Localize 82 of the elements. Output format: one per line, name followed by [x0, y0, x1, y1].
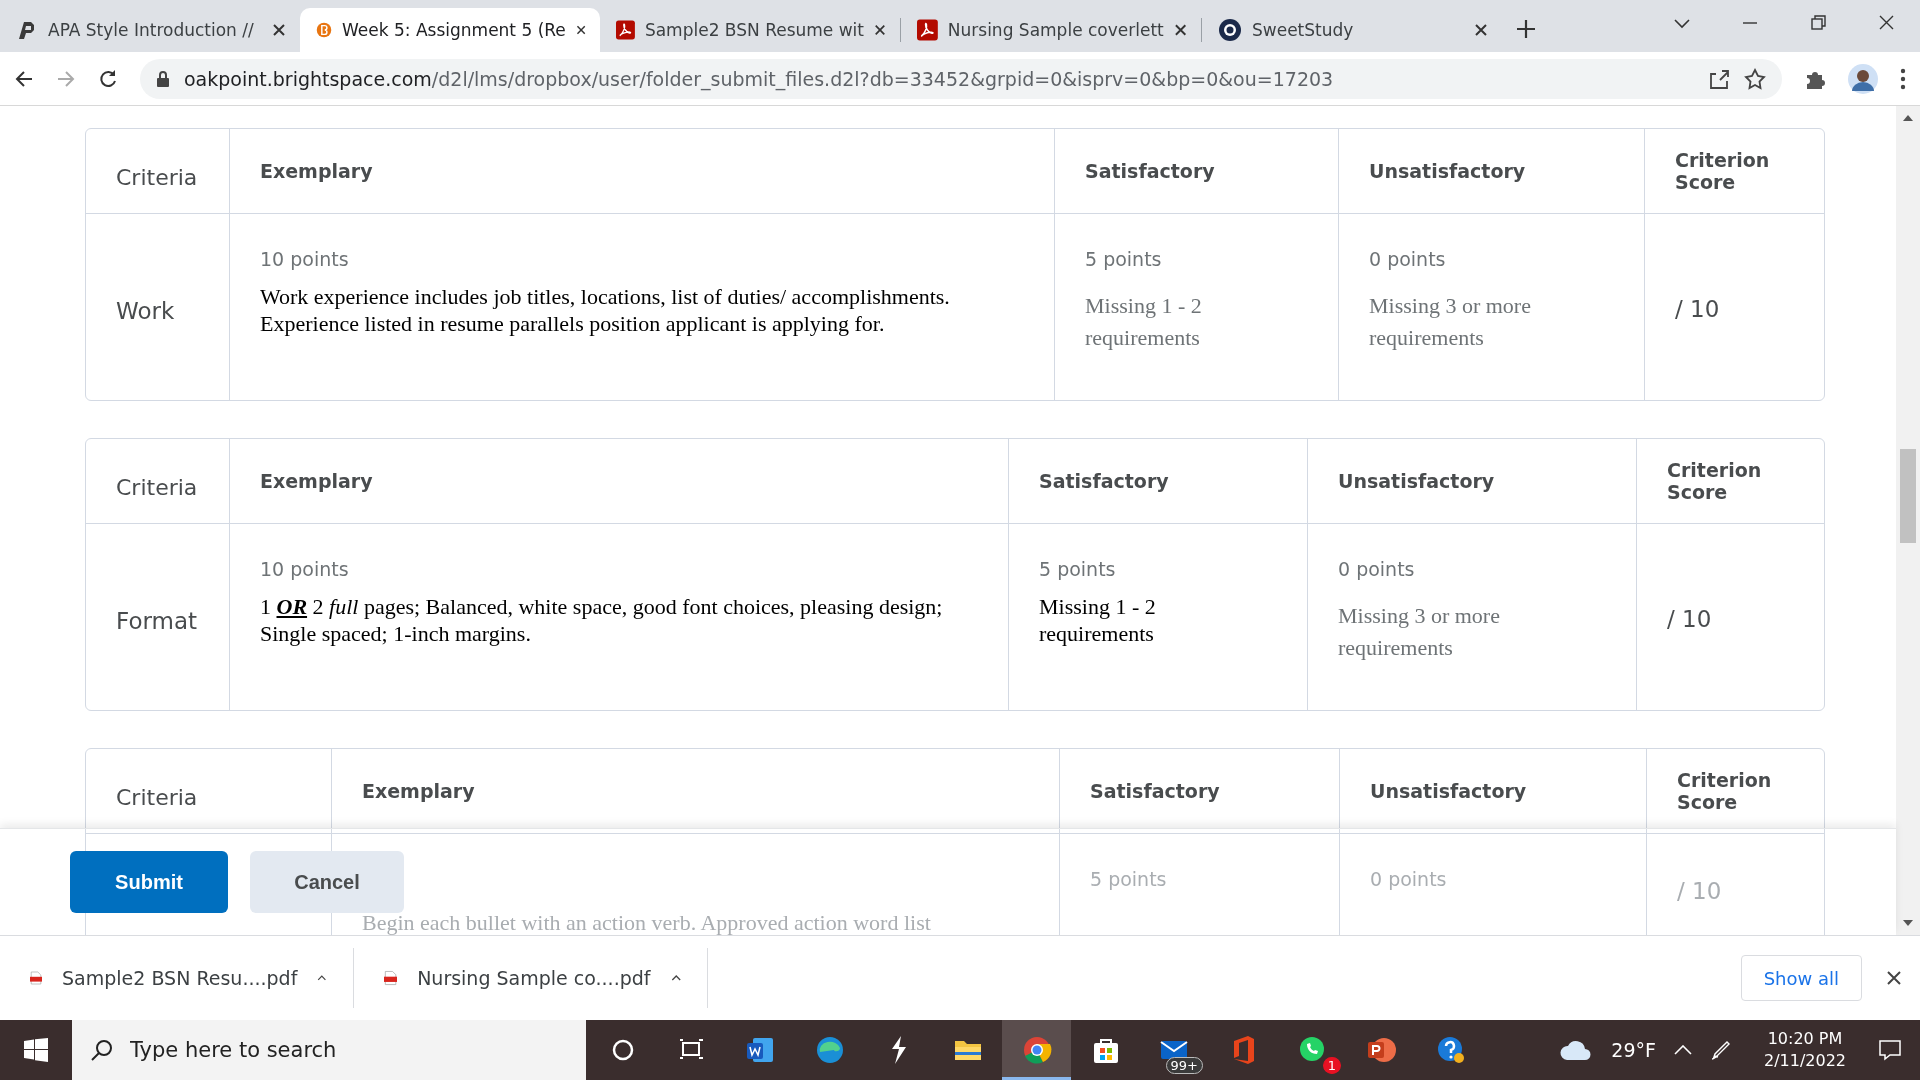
clock-time: 10:20 PM — [1767, 1027, 1843, 1050]
cancel-button[interactable]: Cancel — [250, 851, 404, 913]
points-label: 5 points — [1039, 558, 1117, 580]
ring-logo-icon — [1218, 18, 1242, 42]
column-header: Criteria — [86, 129, 229, 214]
score-label: / 10 — [1667, 605, 1713, 632]
column-header: Exemplary — [331, 749, 1059, 834]
temperature: 29°F — [1611, 1039, 1656, 1061]
points-label: 5 points — [1090, 868, 1168, 890]
criterion-description: Missing 1 - 2 requirements — [1085, 292, 1203, 352]
points-label: 5 points — [1085, 248, 1163, 270]
search-field[interactable]: Type here to search — [130, 1038, 510, 1062]
close-icon[interactable] — [1886, 970, 1902, 986]
share-icon[interactable] — [1708, 67, 1730, 90]
close-icon[interactable] — [874, 23, 886, 37]
count-badge: 1 — [1323, 1057, 1341, 1074]
criterion-name: Format — [116, 607, 199, 636]
submit-button[interactable]: Submit — [70, 851, 228, 913]
criterion-description: Work experience includes job titles, locations, list of duties/ accomplishments. Experience listed in resume parallels position applicant is applying for. — [260, 284, 951, 338]
taskbar-app[interactable]: 99+ — [1140, 1020, 1209, 1080]
column-header: Unsatisfactory — [1338, 129, 1644, 214]
download-item[interactable]: Nursing Sample co....pdf — [354, 948, 708, 1008]
download-item[interactable]: Sample2 BSN Resu....pdf — [0, 948, 354, 1008]
taskbar-app[interactable]: 1 — [1278, 1020, 1347, 1080]
browser-tab[interactable]: SweetStudy — [1202, 8, 1502, 52]
column-header: Criteria — [86, 749, 331, 834]
caret-up-icon[interactable] — [317, 973, 327, 983]
avatar-icon[interactable] — [1848, 63, 1878, 94]
points-label: 10 points — [260, 558, 350, 580]
search-icon[interactable] — [90, 1038, 114, 1062]
reload-icon[interactable] — [98, 68, 118, 89]
criterion-description: 1 OR 2 full pages; Balanced, white space, good font choices, pleasing design; Single spaced; 1-inch margins. — [260, 594, 944, 648]
column-header: Satisfactory — [1054, 129, 1338, 214]
criterion-description: Missing 3 or more requirements — [1369, 292, 1532, 352]
menu-icon[interactable] — [1900, 67, 1906, 90]
column-header: Exemplary — [229, 439, 1008, 524]
chevron-up-icon[interactable] — [1673, 1045, 1692, 1055]
column-header: Criterion Score — [1636, 439, 1824, 524]
points-label: 10 points — [260, 248, 350, 270]
browser-tab[interactable]: Week 5: Assignment 5 (Re — [300, 8, 600, 52]
column-header: Criterion Score — [1644, 129, 1824, 214]
browser-tab[interactable]: Nursing Sample coverlett — [901, 8, 1201, 52]
criterion-description: Missing 3 or more requirements — [1338, 602, 1501, 662]
show-all-button[interactable]: Show all — [1740, 955, 1862, 1001]
scrollbar-thumb[interactable] — [1900, 449, 1916, 543]
score-label: / 10 — [1675, 295, 1721, 322]
criterion-description: Missing 1 - 2 requirements — [1039, 594, 1157, 648]
column-header: Unsatisfactory — [1307, 439, 1636, 524]
scroll-down-icon[interactable] — [1902, 919, 1914, 927]
lock-icon — [156, 70, 170, 87]
column-header: Criteria — [86, 439, 229, 524]
pdf-icon — [917, 19, 938, 41]
close-icon[interactable] — [1173, 23, 1187, 37]
points-label: 0 points — [1338, 558, 1416, 580]
score-label: / 10 — [1677, 877, 1723, 904]
search-box[interactable]: Type here to search — [72, 1020, 586, 1080]
criterion-name: Work — [116, 297, 176, 326]
scroll-up-icon[interactable] — [1902, 114, 1914, 122]
pen-icon[interactable] — [1709, 1039, 1732, 1061]
close-icon[interactable] — [1474, 23, 1488, 37]
close-icon[interactable] — [575, 23, 586, 37]
browser-tab[interactable]: Sample2 BSN Resume wit — [600, 8, 900, 52]
notification-icon[interactable] — [1878, 1039, 1902, 1061]
points-label: 0 points — [1370, 868, 1448, 890]
new-tab-icon[interactable] — [1516, 19, 1536, 39]
points-label: 0 points — [1369, 248, 1447, 270]
browser-tab[interactable]: APA Style Introduction // — [0, 8, 300, 52]
criterion-description: Begin each bullet with an action verb. Approved action word list — [362, 910, 932, 935]
caret-up-icon[interactable] — [670, 973, 681, 983]
address-bar[interactable]: oakpoint.brightspace.com/d2l/lms/dropbox/user/folder_submit_files.d2l?db=33452&grpid=0&isprv=0&bp=0&ou=17203 — [140, 58, 1782, 99]
close-icon[interactable] — [272, 23, 286, 37]
pdf-icon — [616, 19, 635, 41]
star-icon[interactable] — [1744, 67, 1766, 90]
column-header: Criterion Score — [1646, 749, 1824, 834]
column-header: Satisfactory — [1059, 749, 1339, 834]
clock-date: 2/11/2022 — [1763, 1050, 1846, 1072]
column-header: Unsatisfactory — [1339, 749, 1646, 834]
windows-logo-icon[interactable] — [24, 1038, 48, 1062]
column-header: Exemplary — [229, 129, 1054, 214]
count-badge: 99+ — [1165, 1057, 1203, 1074]
column-header: Satisfactory — [1008, 439, 1307, 524]
back-icon[interactable] — [14, 68, 34, 89]
